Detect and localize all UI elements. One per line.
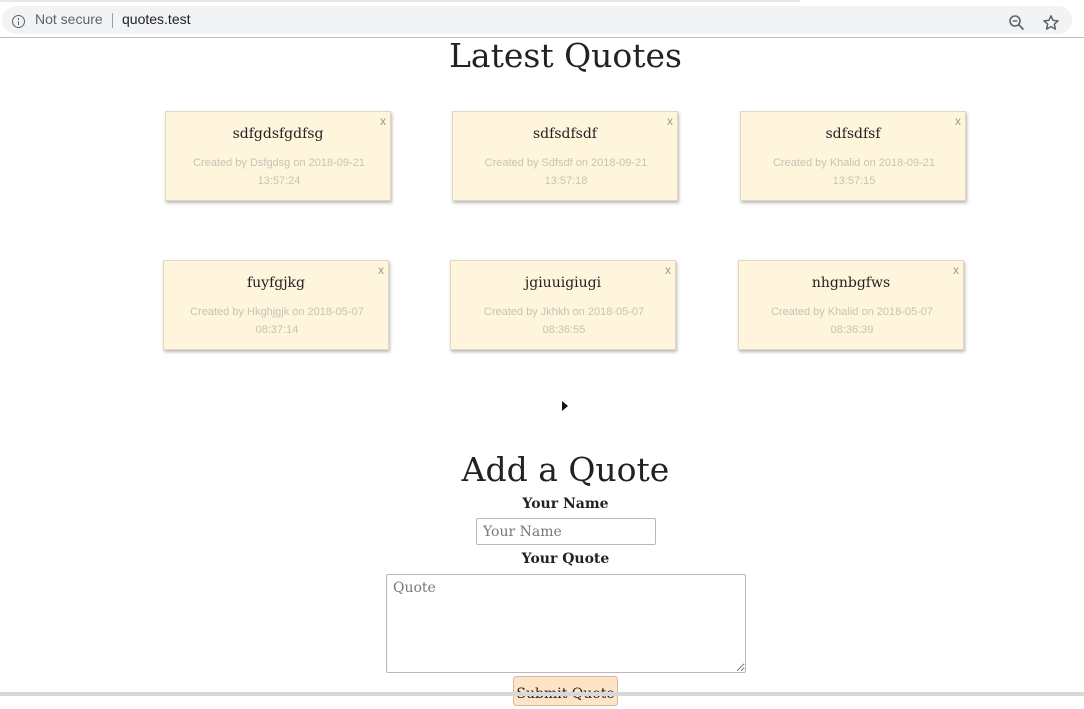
quote-author-date: Created by Jkhkh on 2018-05-07 [483, 306, 645, 318]
quote-meta: Created by Jkhkh on 2018-05-07 08:36:55 [465, 303, 663, 339]
browser-address-bar: Not secure quotes.test [0, 2, 1084, 36]
quote-text: sdfgdsfgdfsg [232, 126, 324, 142]
quote-text: sdfsdfsdf [533, 126, 597, 142]
window-bottom-edge [0, 692, 1084, 696]
quote-text: nhgnbgfws [811, 275, 891, 291]
star-icon[interactable] [1042, 14, 1060, 32]
security-indicator[interactable]: Not secure [35, 11, 103, 27]
form-title: Add a Quote [461, 450, 670, 489]
name-input[interactable] [476, 518, 656, 545]
quote-author-date: Created by Khalid on 2018-09-21 [772, 157, 936, 169]
quote-card: x sdfgdsfgdfsg Created by Dsfgdsg on 201… [165, 111, 391, 201]
quote-text: sdfsdfsf [825, 126, 881, 142]
quote-time: 08:37:14 [255, 324, 299, 336]
quote-card: x nhgnbgfws Created by Khalid on 2018-05… [738, 260, 964, 350]
quote-label: Your Quote [521, 551, 610, 567]
url-text[interactable]: quotes.test [122, 11, 191, 27]
quote-text: jgiuuigiugi [524, 275, 602, 291]
quote-meta: Created by Khalid on 2018-09-21 13:57:15 [755, 154, 953, 190]
quote-text: fuyfgjkg [246, 275, 306, 291]
quote-card: x sdfsdfsf Created by Khalid on 2018-09-… [740, 111, 966, 201]
quote-author-date: Created by Dsfgdsg on 2018-09-21 [193, 157, 365, 169]
quote-meta: Created by Hkghjgjk on 2018-05-07 08:37:… [178, 303, 376, 339]
quote-time: 13:57:24 [257, 175, 301, 187]
quote-card: x fuyfgjkg Created by Hkghjgjk on 2018-0… [163, 260, 389, 350]
omnibox[interactable]: Not secure quotes.test [2, 6, 1072, 34]
name-label: Your Name [522, 496, 609, 512]
next-arrow-icon[interactable] [562, 401, 568, 411]
page-title: Latest Quotes [449, 36, 682, 75]
quote-card: x jgiuuigiugi Created by Jkhkh on 2018-0… [450, 260, 676, 350]
quote-time: 08:36:55 [542, 324, 586, 336]
quote-author-date: Created by Khalid on 2018-05-07 [770, 306, 934, 318]
quote-author-date: Created by Sdfsdf on 2018-09-21 [484, 157, 648, 169]
quote-meta: Created by Dsfgdsg on 2018-09-21 13:57:2… [180, 154, 378, 190]
quote-meta: Created by Khalid on 2018-05-07 08:36:39 [753, 303, 951, 339]
quote-card: x sdfsdfsdf Created by Sdfsdf on 2018-09… [452, 111, 678, 201]
info-icon[interactable] [12, 15, 25, 28]
quote-time: 13:57:18 [544, 175, 588, 187]
quote-time: 13:57:15 [832, 175, 876, 187]
quote-time: 08:36:39 [830, 324, 874, 336]
submit-quote-button[interactable]: Submit Quote [513, 676, 618, 706]
quote-textarea[interactable] [386, 574, 746, 673]
quote-meta: Created by Sdfsdf on 2018-09-21 13:57:18 [467, 154, 665, 190]
quote-author-date: Created by Hkghjgjk on 2018-05-07 [190, 306, 364, 318]
omnibox-separator [112, 13, 113, 28]
zoom-icon[interactable] [1008, 14, 1026, 32]
